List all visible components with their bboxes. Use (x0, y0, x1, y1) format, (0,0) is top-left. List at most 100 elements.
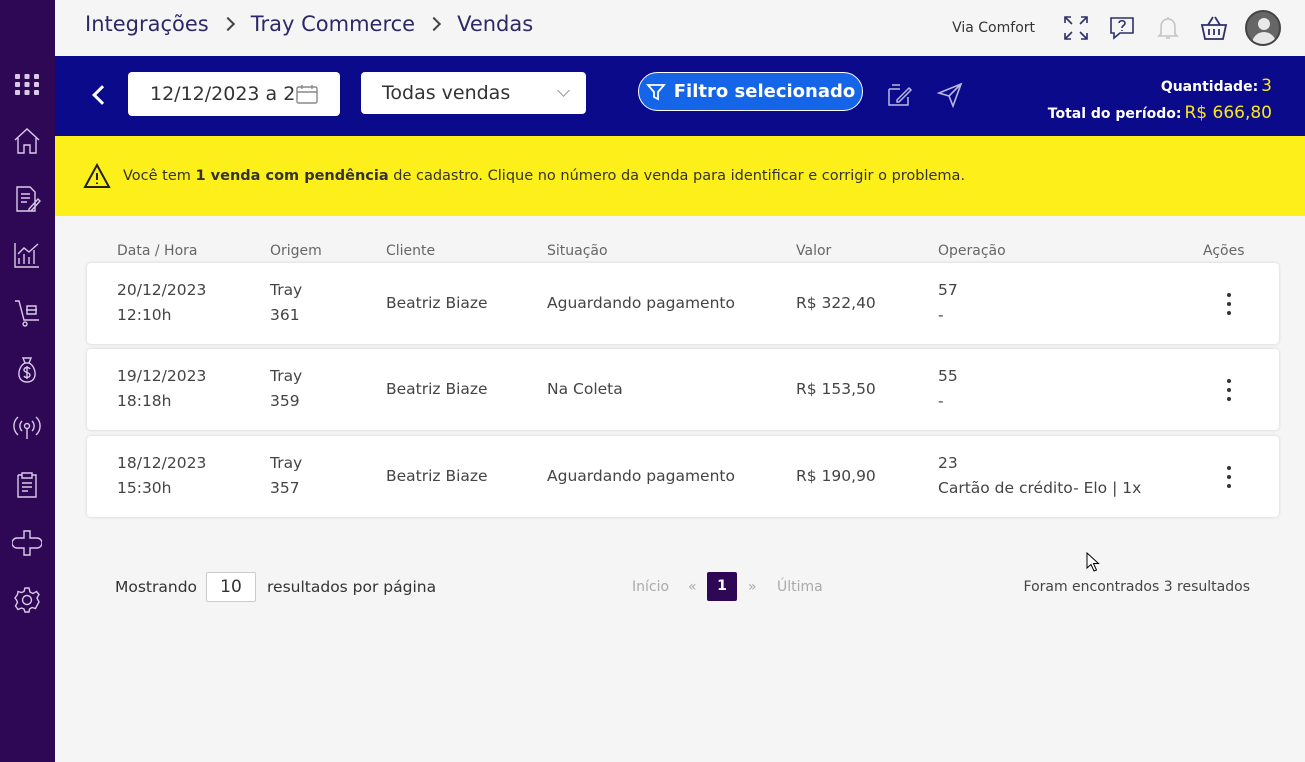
calendar-icon[interactable] (296, 84, 318, 104)
row-op-id[interactable]: 23 (938, 451, 1141, 476)
row-time: 15:30h (117, 479, 172, 497)
breadcrumb-integracoes[interactable]: Integrações (85, 12, 209, 36)
page-first[interactable]: Início (632, 579, 669, 595)
breadcrumb-tray-commerce[interactable]: Tray Commerce (251, 12, 415, 36)
chevron-right-icon (427, 16, 442, 32)
document-edit-icon[interactable] (10, 182, 44, 216)
table-row[interactable]: 20/12/2023 12:10h Tray 361 Beatriz Biaze A… (87, 263, 1279, 344)
page-current[interactable]: 1 (707, 572, 737, 601)
row-op-id[interactable]: 55 (938, 364, 958, 389)
filter-button-label: Filtro selecionado (673, 81, 856, 102)
basket-icon[interactable] (1199, 13, 1229, 43)
row-datetime: 19/12/2023 18:18h (117, 364, 206, 414)
money-bag-icon[interactable] (10, 353, 44, 387)
row-status: Aguardando pagamento (547, 294, 735, 312)
row-status: Na Coleta (547, 380, 623, 398)
row-op-id[interactable]: 57 (938, 278, 958, 303)
topbar: Integrações Tray Commerce Vendas Via Com… (55, 0, 1305, 56)
total-row: Total do período: R$ 666,80 (1048, 100, 1272, 127)
col-acoes: Ações (1203, 243, 1245, 259)
date-range-input[interactable]: 12/12/2023 a 28/12/2023 (128, 72, 340, 116)
settings-icon[interactable] (10, 583, 44, 617)
col-situacao[interactable]: Situação (547, 243, 608, 259)
row-value: R$ 153,50 (796, 380, 876, 398)
row-date: 20/12/2023 (117, 281, 207, 299)
col-data-hora[interactable]: Data / Hora (117, 243, 197, 259)
row-origin-name: Tray (270, 454, 303, 472)
page-last[interactable]: Última (777, 579, 823, 595)
header-actions: Via Comfort (952, 8, 1305, 48)
home-icon[interactable] (10, 124, 44, 158)
row-date: 18/12/2023 (117, 454, 207, 472)
bell-icon[interactable] (1153, 13, 1183, 43)
avatar-icon[interactable] (1245, 10, 1281, 46)
breadcrumb: Integrações Tray Commerce Vendas (85, 12, 533, 36)
row-value: R$ 190,90 (796, 467, 876, 485)
avatar-body (1252, 32, 1276, 44)
row-origin-id[interactable]: 357 (270, 476, 302, 501)
per-page-label: resultados por página (267, 578, 437, 596)
mouse-cursor-icon (1086, 552, 1100, 572)
row-origin: Tray 357 (270, 451, 302, 501)
col-cliente[interactable]: Cliente (386, 243, 435, 259)
showing-label: Mostrando (115, 578, 198, 596)
date-range-value: 12/12/2023 a 28/12/2023 (150, 83, 295, 105)
per-page-input[interactable]: 10 (206, 572, 256, 602)
warning-banner: Você tem 1 venda com pendência de cadast… (55, 136, 1305, 216)
funnel-icon (645, 83, 666, 100)
toolbar: 12/12/2023 a 28/12/2023 Todas vendas Fil… (55, 56, 1305, 136)
warning-icon (83, 163, 111, 188)
back-icon[interactable] (89, 84, 111, 106)
row-client: Beatriz Biaze (386, 467, 488, 485)
send-icon[interactable] (936, 81, 966, 109)
results-count: Foram encontrados 3 resultados (1023, 579, 1250, 595)
warning-suffix: de cadastro. Clique no número da venda p… (388, 168, 966, 184)
sales-filter-value: Todas vendas (382, 82, 511, 104)
warning-bold: 1 venda com pendência (195, 168, 389, 184)
report-icon[interactable] (10, 468, 44, 502)
col-origem[interactable]: Origem (270, 243, 322, 259)
filter-button[interactable]: Filtro selecionado (638, 72, 863, 111)
apps-grid-icon[interactable] (10, 67, 44, 101)
total-value: R$ 666,80 (1184, 103, 1272, 123)
help-icon[interactable] (1107, 13, 1137, 43)
sales-filter-select[interactable]: Todas vendas (361, 72, 586, 114)
row-op-detail: Cartão de crédito- Elo | 1x (938, 479, 1142, 497)
chevron-right-icon (220, 16, 235, 32)
avatar-head (1258, 18, 1270, 30)
row-origin-id[interactable]: 361 (270, 303, 302, 328)
row-origin: Tray 361 (270, 278, 302, 328)
warning-prefix: Você tem (123, 168, 196, 184)
row-origin-name: Tray (270, 281, 303, 299)
more-actions-icon[interactable] (1224, 379, 1234, 401)
breadcrumb-vendas: Vendas (457, 12, 534, 36)
more-actions-icon[interactable] (1224, 466, 1234, 488)
expand-icon[interactable] (1061, 13, 1091, 43)
row-op-detail: - (938, 392, 944, 410)
row-date: 19/12/2023 (117, 367, 207, 385)
quantity-value: 3 (1261, 76, 1272, 96)
sidebar (0, 0, 55, 762)
row-client: Beatriz Biaze (386, 380, 488, 398)
row-status: Aguardando pagamento (547, 467, 735, 485)
row-datetime: 18/12/2023 15:30h (117, 451, 206, 501)
more-actions-icon[interactable] (1224, 293, 1234, 315)
quantity-row: Quantidade: 3 (1048, 73, 1272, 100)
hand-truck-icon[interactable] (10, 296, 44, 330)
row-operation: 23 Cartão de crédito- Elo | 1x (938, 451, 1141, 501)
col-valor[interactable]: Valor (796, 243, 831, 259)
page-prev[interactable]: « (688, 579, 697, 595)
plugin-icon[interactable] (10, 526, 44, 560)
row-origin: Tray 359 (270, 364, 302, 414)
chart-icon[interactable] (10, 238, 44, 272)
edit-document-icon[interactable] (886, 81, 916, 109)
pagination: Mostrando 10 resultados por página Iníci… (55, 570, 1305, 604)
company-name[interactable]: Via Comfort (952, 20, 1035, 36)
col-operacao[interactable]: Operação (938, 243, 1006, 259)
page-next[interactable]: » (748, 579, 757, 595)
row-client: Beatriz Biaze (386, 294, 488, 312)
table-row[interactable]: 19/12/2023 18:18h Tray 359 Beatriz Biaze N… (87, 349, 1279, 430)
row-origin-id[interactable]: 359 (270, 389, 302, 414)
broadcast-icon[interactable] (10, 410, 44, 444)
table-row[interactable]: 18/12/2023 15:30h Tray 357 Beatriz Biaze A… (87, 436, 1279, 517)
